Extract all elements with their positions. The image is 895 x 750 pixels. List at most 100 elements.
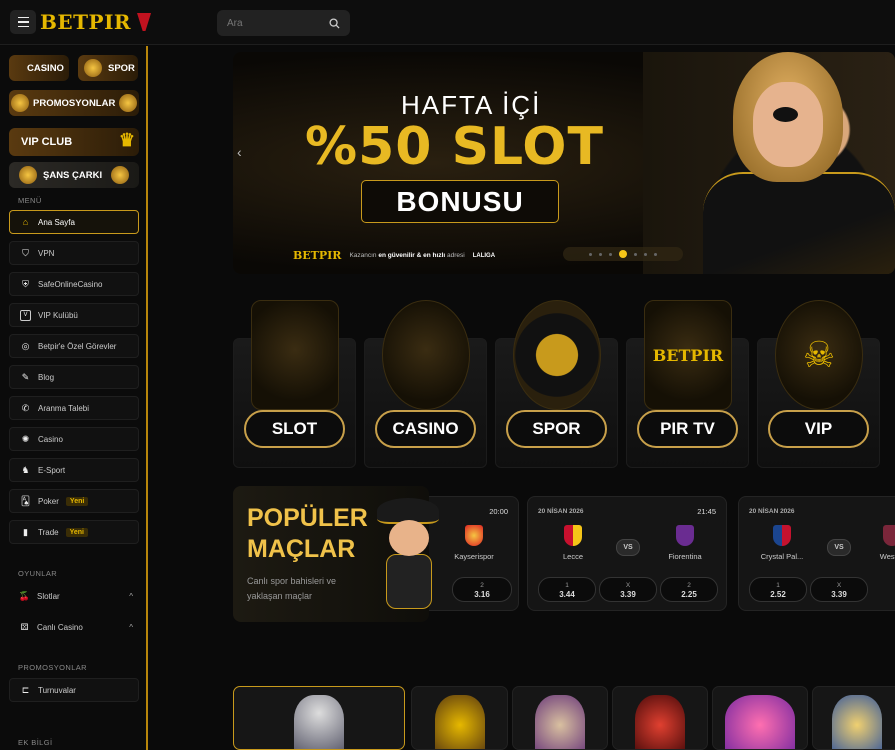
nav-poker[interactable]: 🂡 Poker Yeni [9, 489, 139, 513]
skull-icon: ☠ [775, 300, 863, 410]
nav-vpn[interactable]: ⛉ VPN [9, 241, 139, 265]
category-vip[interactable]: ☠ VIP [757, 300, 880, 468]
lecce-crest-icon [564, 525, 582, 546]
pagination-dot[interactable] [634, 252, 637, 256]
nav-label: Turnuvalar [38, 685, 76, 695]
hero-banner[interactable]: HAFTA İÇİ %50 SLOT BONUSU BETPIR Kazancı… [233, 52, 895, 274]
match-card[interactable]: 20 NİSAN 2026 21:45 Lecce VS Fiorentina … [527, 496, 727, 611]
chevron-up-icon[interactable]: ^ [129, 592, 133, 601]
sweet-bonanza-art [725, 695, 795, 749]
nav-label: Casino [38, 434, 63, 444]
wheel-icon [19, 166, 37, 184]
hamburger-menu-button[interactable] [10, 10, 36, 34]
category-pir-tv[interactable]: BETPIR PIR TV [626, 300, 749, 468]
zeus-art [832, 695, 882, 749]
game-tile[interactable] [812, 686, 895, 750]
esport-icon: ♞ [21, 464, 30, 475]
cherry-icon: 🍒 [18, 590, 31, 601]
fiorentina-crest-icon [676, 525, 694, 546]
extra-info-section-label: EK BİLGİ [18, 738, 53, 747]
vs-badge: VS [616, 539, 640, 556]
cards-icon: 🂡 [20, 495, 31, 506]
phone-icon: ✆ [21, 402, 30, 413]
ball-icon [84, 59, 102, 77]
team-home: Crystal Pal... [747, 525, 817, 561]
nav-safeonlinecasino[interactable]: ⛨ SafeOnlineCasino [9, 272, 139, 296]
pagination-dot[interactable] [644, 252, 647, 256]
odd-button[interactable]: 1 3.44 [538, 577, 596, 602]
banner-bonus-button[interactable]: BONUSU [361, 180, 559, 223]
odd-button[interactable]: X 3.39 [810, 577, 868, 602]
nav-aranma-talebi[interactable]: ✆ Aranma Talebi [9, 396, 139, 420]
gift-icon [11, 94, 29, 112]
promo-spor-label: SPOR [108, 62, 135, 74]
home-icon: ⌂ [22, 217, 29, 227]
promo-spor-button[interactable]: SPOR [78, 55, 138, 81]
crystal-palace-crest-icon [773, 525, 791, 546]
match-date: 20 NİSAN 2026 [538, 508, 584, 515]
shield-icon: ⛉ [22, 247, 29, 258]
logo[interactable]: BETPIR [40, 8, 152, 36]
banner-brand: BETPIR [293, 249, 342, 262]
nav-label: Ana Sayfa [38, 217, 75, 227]
category-slot[interactable]: SLOT [233, 300, 356, 468]
nav-ana-sayfa[interactable]: ⌂ Ana Sayfa [9, 210, 139, 234]
game-tile-zeus[interactable] [233, 686, 405, 750]
category-casino[interactable]: CASINO [364, 300, 487, 468]
pagination-dot[interactable] [654, 252, 657, 256]
odd-button[interactable]: 1 2.52 [749, 577, 807, 602]
category-label: VIP [768, 410, 869, 448]
nav-vip-kulubu[interactable]: V VIP Kulübü [9, 303, 139, 327]
game-tile-sweet-bonanza[interactable] [712, 686, 808, 750]
match-card[interactable]: 20 NİSAN 2026 Crystal Pal... VS West H 1… [738, 496, 895, 611]
football-icon [513, 300, 601, 410]
nav-canli-casino[interactable]: ⚄ Canlı Casino ^ [9, 615, 139, 639]
game-tile[interactable] [411, 686, 508, 750]
chevron-up-icon[interactable]: ^ [129, 623, 133, 632]
pagination-dot-active[interactable] [619, 250, 627, 258]
banner-pagination[interactable] [563, 247, 683, 261]
games-section-label: OYUNLAR [18, 569, 58, 578]
nav-label: E-Sport [38, 465, 66, 475]
promo-vip-club-button[interactable]: VIP CLUB ♛ [9, 128, 139, 156]
promo-vip-club-label: VIP CLUB [21, 136, 73, 148]
partner-badge-icon [137, 13, 152, 31]
nav-slotlar[interactable]: 🍒 Slotlar ^ [9, 584, 139, 608]
nav-trade[interactable]: ▮ Trade Yeni [9, 520, 139, 544]
nav-ozel-gorevler[interactable]: ◎ Betpir'e Özel Görevler [9, 334, 139, 358]
nav-casino[interactable]: ✺ Casino [9, 427, 139, 451]
tv-icon: BETPIR [644, 300, 732, 410]
nav-label: Slotlar [37, 591, 60, 601]
banner-prev-arrow[interactable]: ‹ [237, 144, 242, 160]
nav-label: SafeOnlineCasino [38, 279, 103, 289]
edit-icon: ✎ [21, 371, 30, 382]
pagination-dot[interactable] [599, 252, 602, 256]
dice-icon: ⚄ [20, 621, 29, 632]
pagination-dot[interactable] [589, 252, 592, 256]
promo-sans-carki-button[interactable]: ŞANS ÇARKI [9, 162, 139, 188]
odd-button[interactable]: X 3.39 [599, 577, 657, 602]
pagination-dot[interactable] [609, 252, 612, 256]
search-icon[interactable] [329, 17, 340, 29]
odd-button[interactable]: 2 2.25 [660, 577, 718, 602]
target-icon: ◎ [21, 340, 30, 351]
nav-blog[interactable]: ✎ Blog [9, 365, 139, 389]
category-label: PIR TV [637, 410, 738, 448]
crown-icon: ♛ [118, 130, 135, 150]
promo-promosyonlar-label: PROMOSYONLAR [33, 97, 116, 109]
nav-e-sport[interactable]: ♞ E-Sport [9, 458, 139, 482]
nav-label: Betpir'e Özel Görevler [38, 341, 117, 351]
popular-title: POPÜLER MAÇLAR [247, 504, 368, 563]
nav-turnuvalar[interactable]: ⊏ Turnuvalar [9, 678, 139, 702]
category-spor[interactable]: SPOR [495, 300, 618, 468]
promo-casino-button[interactable]: CASINO [9, 55, 69, 81]
category-label: SPOR [506, 410, 607, 448]
game-tile[interactable] [612, 686, 708, 750]
game-tile[interactable] [512, 686, 608, 750]
search-box[interactable] [217, 10, 350, 36]
search-input[interactable] [227, 17, 317, 29]
odd-button[interactable]: 2 3.16 [452, 577, 512, 602]
kayserispor-crest-icon [465, 525, 483, 546]
promo-promosyonlar-button[interactable]: PROMOSYONLAR [9, 90, 139, 116]
nav-label: Aranma Talebi [38, 403, 89, 413]
